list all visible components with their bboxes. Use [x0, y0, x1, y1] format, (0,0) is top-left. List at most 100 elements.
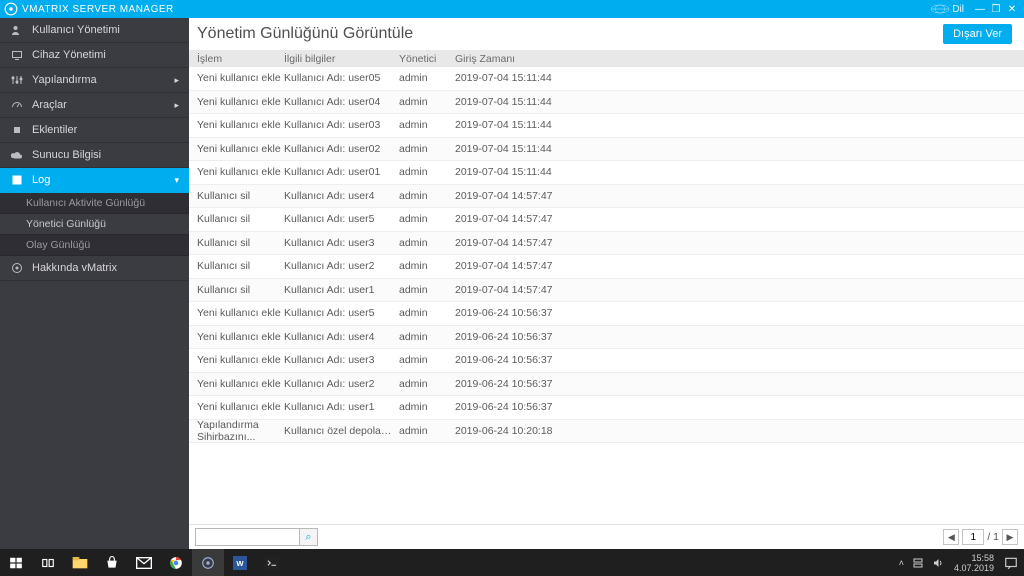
cell-admin: admin: [399, 307, 455, 319]
sidebar-item-serverinfo[interactable]: Sunucu Bilgisi: [0, 143, 189, 168]
chevron-right-icon: ▸: [174, 100, 179, 111]
sidebar-item-label: Sunucu Bilgisi: [32, 149, 101, 161]
table-row[interactable]: Yeni kullanıcı ekleKullanıcı Adı: user02…: [189, 138, 1024, 162]
minimize-button[interactable]: —: [972, 4, 988, 15]
sliders-icon: [10, 74, 24, 86]
sidebar-sub-event-log[interactable]: Olay Günlüğü: [0, 235, 189, 256]
mail-button[interactable]: [128, 549, 160, 576]
sidebar-sub-admin-log[interactable]: Yönetici Günlüğü: [0, 214, 189, 235]
table-row[interactable]: Kullanıcı silKullanıcı Adı: user2admin20…: [189, 255, 1024, 279]
system-tray: ˄ 15:58 4.07.2019: [895, 553, 1024, 573]
tray-network-icon[interactable]: [908, 557, 928, 569]
table-row[interactable]: Yeni kullanıcı ekleKullanıcı Adı: user4a…: [189, 326, 1024, 350]
search-button[interactable]: ⌕: [300, 528, 318, 546]
taskbar-app-word[interactable]: W: [224, 549, 256, 576]
taskbar: W ˄ 15:58 4.07.2019: [0, 549, 1024, 576]
globe-icon[interactable]: [930, 3, 950, 15]
cell-info: Kullanıcı Adı: user3: [284, 354, 399, 366]
pager: ◀ / 1 ▶: [943, 529, 1018, 545]
table-header: İşlem İlgili bilgiler Yönetici Giriş Zam…: [189, 50, 1024, 67]
cell-time: 2019-07-04 15:11:44: [455, 96, 1024, 108]
search-input[interactable]: [195, 528, 300, 546]
cell-info: Kullanıcı Adı: user1: [284, 284, 399, 296]
chevron-down-icon: ▾: [174, 175, 179, 186]
cell-info: Kullanıcı Adı: user01: [284, 166, 399, 178]
sidebar-item-label: Araçlar: [32, 99, 67, 111]
table-row[interactable]: Yeni kullanıcı ekleKullanıcı Adı: user1a…: [189, 396, 1024, 420]
cell-time: 2019-07-04 14:57:47: [455, 260, 1024, 272]
language-button[interactable]: Dil: [952, 4, 964, 15]
chevron-right-icon: ▸: [174, 75, 179, 86]
sidebar-sub-user-activity[interactable]: Kullanıcı Aktivite Günlüğü: [0, 193, 189, 214]
cell-info: Kullanıcı Adı: user1: [284, 401, 399, 413]
pager-next-button[interactable]: ▶: [1002, 529, 1018, 545]
table-row[interactable]: Kullanıcı silKullanıcı Adı: user5admin20…: [189, 208, 1024, 232]
cell-action: Yeni kullanıcı ekle: [189, 143, 284, 155]
table-row[interactable]: Yeni kullanıcı ekleKullanıcı Adı: user03…: [189, 114, 1024, 138]
cell-info: Kullanıcı Adı: user04: [284, 96, 399, 108]
cell-admin: admin: [399, 284, 455, 296]
cell-action: Kullanıcı sil: [189, 284, 284, 296]
sidebar-item-tools[interactable]: Araçlar ▸: [0, 93, 189, 118]
pager-page-input[interactable]: [962, 529, 984, 545]
device-icon: [10, 49, 24, 61]
cell-info: Kullanıcı Adı: user2: [284, 378, 399, 390]
cell-time: 2019-07-04 15:11:44: [455, 119, 1024, 131]
sidebar-item-config[interactable]: Yapılandırma ▸: [0, 68, 189, 93]
chrome-button[interactable]: [160, 549, 192, 576]
col-time[interactable]: Giriş Zamanı: [455, 53, 1024, 65]
sidebar-item-log[interactable]: Log ▾: [0, 168, 189, 193]
cell-info: Kullanıcı Adı: user03: [284, 119, 399, 131]
taskbar-clock[interactable]: 15:58 4.07.2019: [948, 553, 1000, 573]
taskbar-app-terminal[interactable]: [256, 549, 288, 576]
cell-info: Kullanıcı Adı: user2: [284, 260, 399, 272]
cell-time: 2019-06-24 10:56:37: [455, 401, 1024, 413]
sidebar: Kullanıcı Yönetimi Cihaz Yönetimi Yapıla…: [0, 18, 189, 549]
table-row[interactable]: Yapılandırma Sihirbazını...Kullanıcı öze…: [189, 420, 1024, 444]
table-row[interactable]: Kullanıcı silKullanıcı Adı: user1admin20…: [189, 279, 1024, 303]
pager-prev-button[interactable]: ◀: [943, 529, 959, 545]
app-body: Kullanıcı Yönetimi Cihaz Yönetimi Yapıla…: [0, 18, 1024, 549]
cell-time: 2019-07-04 15:11:44: [455, 143, 1024, 155]
tray-volume-icon[interactable]: [928, 557, 948, 569]
sidebar-item-about[interactable]: Hakkında vMatrix: [0, 256, 189, 281]
content-footer: ⌕ ◀ / 1 ▶: [189, 524, 1024, 549]
col-admin[interactable]: Yönetici: [399, 53, 455, 65]
col-info[interactable]: İlgili bilgiler: [284, 53, 399, 65]
table-row[interactable]: Yeni kullanıcı ekleKullanıcı Adı: user2a…: [189, 373, 1024, 397]
app-logo-icon: [4, 2, 18, 16]
content-area: Yönetim Günlüğünü Görüntüle Dışarı Ver İ…: [189, 18, 1024, 549]
taskbar-app-vmatrix[interactable]: [192, 549, 224, 576]
cell-time: 2019-07-04 15:11:44: [455, 166, 1024, 178]
cell-info: Kullanıcı özel depolama alanı:...: [284, 425, 399, 437]
cell-time: 2019-06-24 10:56:37: [455, 354, 1024, 366]
maximize-button[interactable]: ❐: [988, 4, 1004, 15]
sidebar-item-devices[interactable]: Cihaz Yönetimi: [0, 43, 189, 68]
close-button[interactable]: ✕: [1004, 4, 1020, 15]
table-row[interactable]: Yeni kullanıcı ekleKullanıcı Adı: user3a…: [189, 349, 1024, 373]
cell-action: Kullanıcı sil: [189, 260, 284, 272]
store-button[interactable]: [96, 549, 128, 576]
sidebar-item-plugins[interactable]: Eklentiler: [0, 118, 189, 143]
start-button[interactable]: [0, 549, 32, 576]
sidebar-item-users[interactable]: Kullanıcı Yönetimi: [0, 18, 189, 43]
table-row[interactable]: Kullanıcı silKullanıcı Adı: user4admin20…: [189, 185, 1024, 209]
clock-time: 15:58: [954, 553, 994, 563]
cell-admin: admin: [399, 96, 455, 108]
export-button[interactable]: Dışarı Ver: [943, 24, 1012, 44]
explorer-button[interactable]: [64, 549, 96, 576]
table-row[interactable]: Yeni kullanıcı ekleKullanıcı Adı: user5a…: [189, 302, 1024, 326]
cell-action: Yeni kullanıcı ekle: [189, 72, 284, 84]
table-row[interactable]: Yeni kullanıcı ekleKullanıcı Adı: user05…: [189, 67, 1024, 91]
table-row[interactable]: Yeni kullanıcı ekleKullanıcı Adı: user04…: [189, 91, 1024, 115]
taskview-button[interactable]: [32, 549, 64, 576]
cell-admin: admin: [399, 166, 455, 178]
cell-admin: admin: [399, 119, 455, 131]
cell-action: Yeni kullanıcı ekle: [189, 378, 284, 390]
tray-notifications-icon[interactable]: [1000, 556, 1022, 570]
col-action[interactable]: İşlem: [189, 53, 284, 65]
tray-chevron-icon[interactable]: ˄: [895, 558, 908, 568]
table-row[interactable]: Kullanıcı silKullanıcı Adı: user3admin20…: [189, 232, 1024, 256]
table-row[interactable]: Yeni kullanıcı ekleKullanıcı Adı: user01…: [189, 161, 1024, 185]
cell-admin: admin: [399, 237, 455, 249]
